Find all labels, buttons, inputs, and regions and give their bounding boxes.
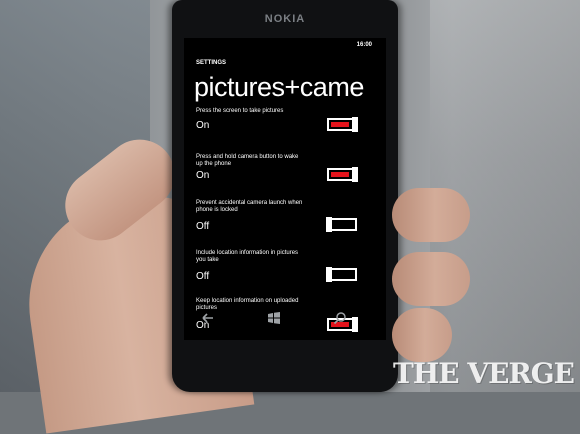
toggle-camera-button-wake[interactable] <box>327 167 358 182</box>
setting-prevent-accidental-launch: Prevent accidental camera launch when ph… <box>196 200 376 234</box>
setting-state: On <box>196 170 210 181</box>
hand-finger-ring <box>392 308 452 362</box>
status-time: 16:00 <box>356 42 372 48</box>
phone-screen: 16:00 SETTINGS pictures+came Press the s… <box>184 38 386 340</box>
toggle-fill <box>331 122 349 127</box>
hand-finger-index <box>392 188 470 242</box>
toggle-fill <box>331 172 349 177</box>
setting-state: Off <box>196 221 210 232</box>
hardware-buttons <box>172 306 398 332</box>
setting-include-location: Include location information in pictures… <box>196 250 376 284</box>
setting-label: Press and hold camera button to wake up … <box>196 154 299 167</box>
setting-label: Include location information in pictures… <box>196 250 299 263</box>
hand-finger-middle <box>392 252 470 306</box>
setting-camera-button-wake: Press and hold camera button to wake up … <box>196 154 376 188</box>
toggle-include-location[interactable] <box>326 267 357 282</box>
setting-label: Press the screen to take pictures <box>196 108 284 114</box>
setting-press-screen: Press the screen to take pictures On <box>196 108 376 138</box>
toggle-prevent-accidental-launch[interactable] <box>326 217 357 232</box>
setting-state: On <box>196 120 210 131</box>
toggle-knob <box>352 167 358 182</box>
back-icon[interactable] <box>200 310 216 326</box>
toggle-knob <box>326 267 332 282</box>
watermark-logo: THE VERGE <box>393 357 575 390</box>
setting-state: Off <box>196 271 210 282</box>
app-title: SETTINGS <box>196 60 227 66</box>
toggle-knob <box>326 217 332 232</box>
windows-icon[interactable] <box>266 310 282 326</box>
phone-brand: NOKIA <box>264 13 306 25</box>
toggle-press-screen[interactable] <box>327 117 358 132</box>
phone: NOKIA 16:00 SETTINGS pictures+came Press… <box>172 0 398 392</box>
toggle-knob <box>352 117 358 132</box>
setting-label: Prevent accidental camera launch when ph… <box>196 200 303 213</box>
page-title: pictures+came <box>194 72 364 102</box>
search-icon[interactable] <box>332 310 348 326</box>
